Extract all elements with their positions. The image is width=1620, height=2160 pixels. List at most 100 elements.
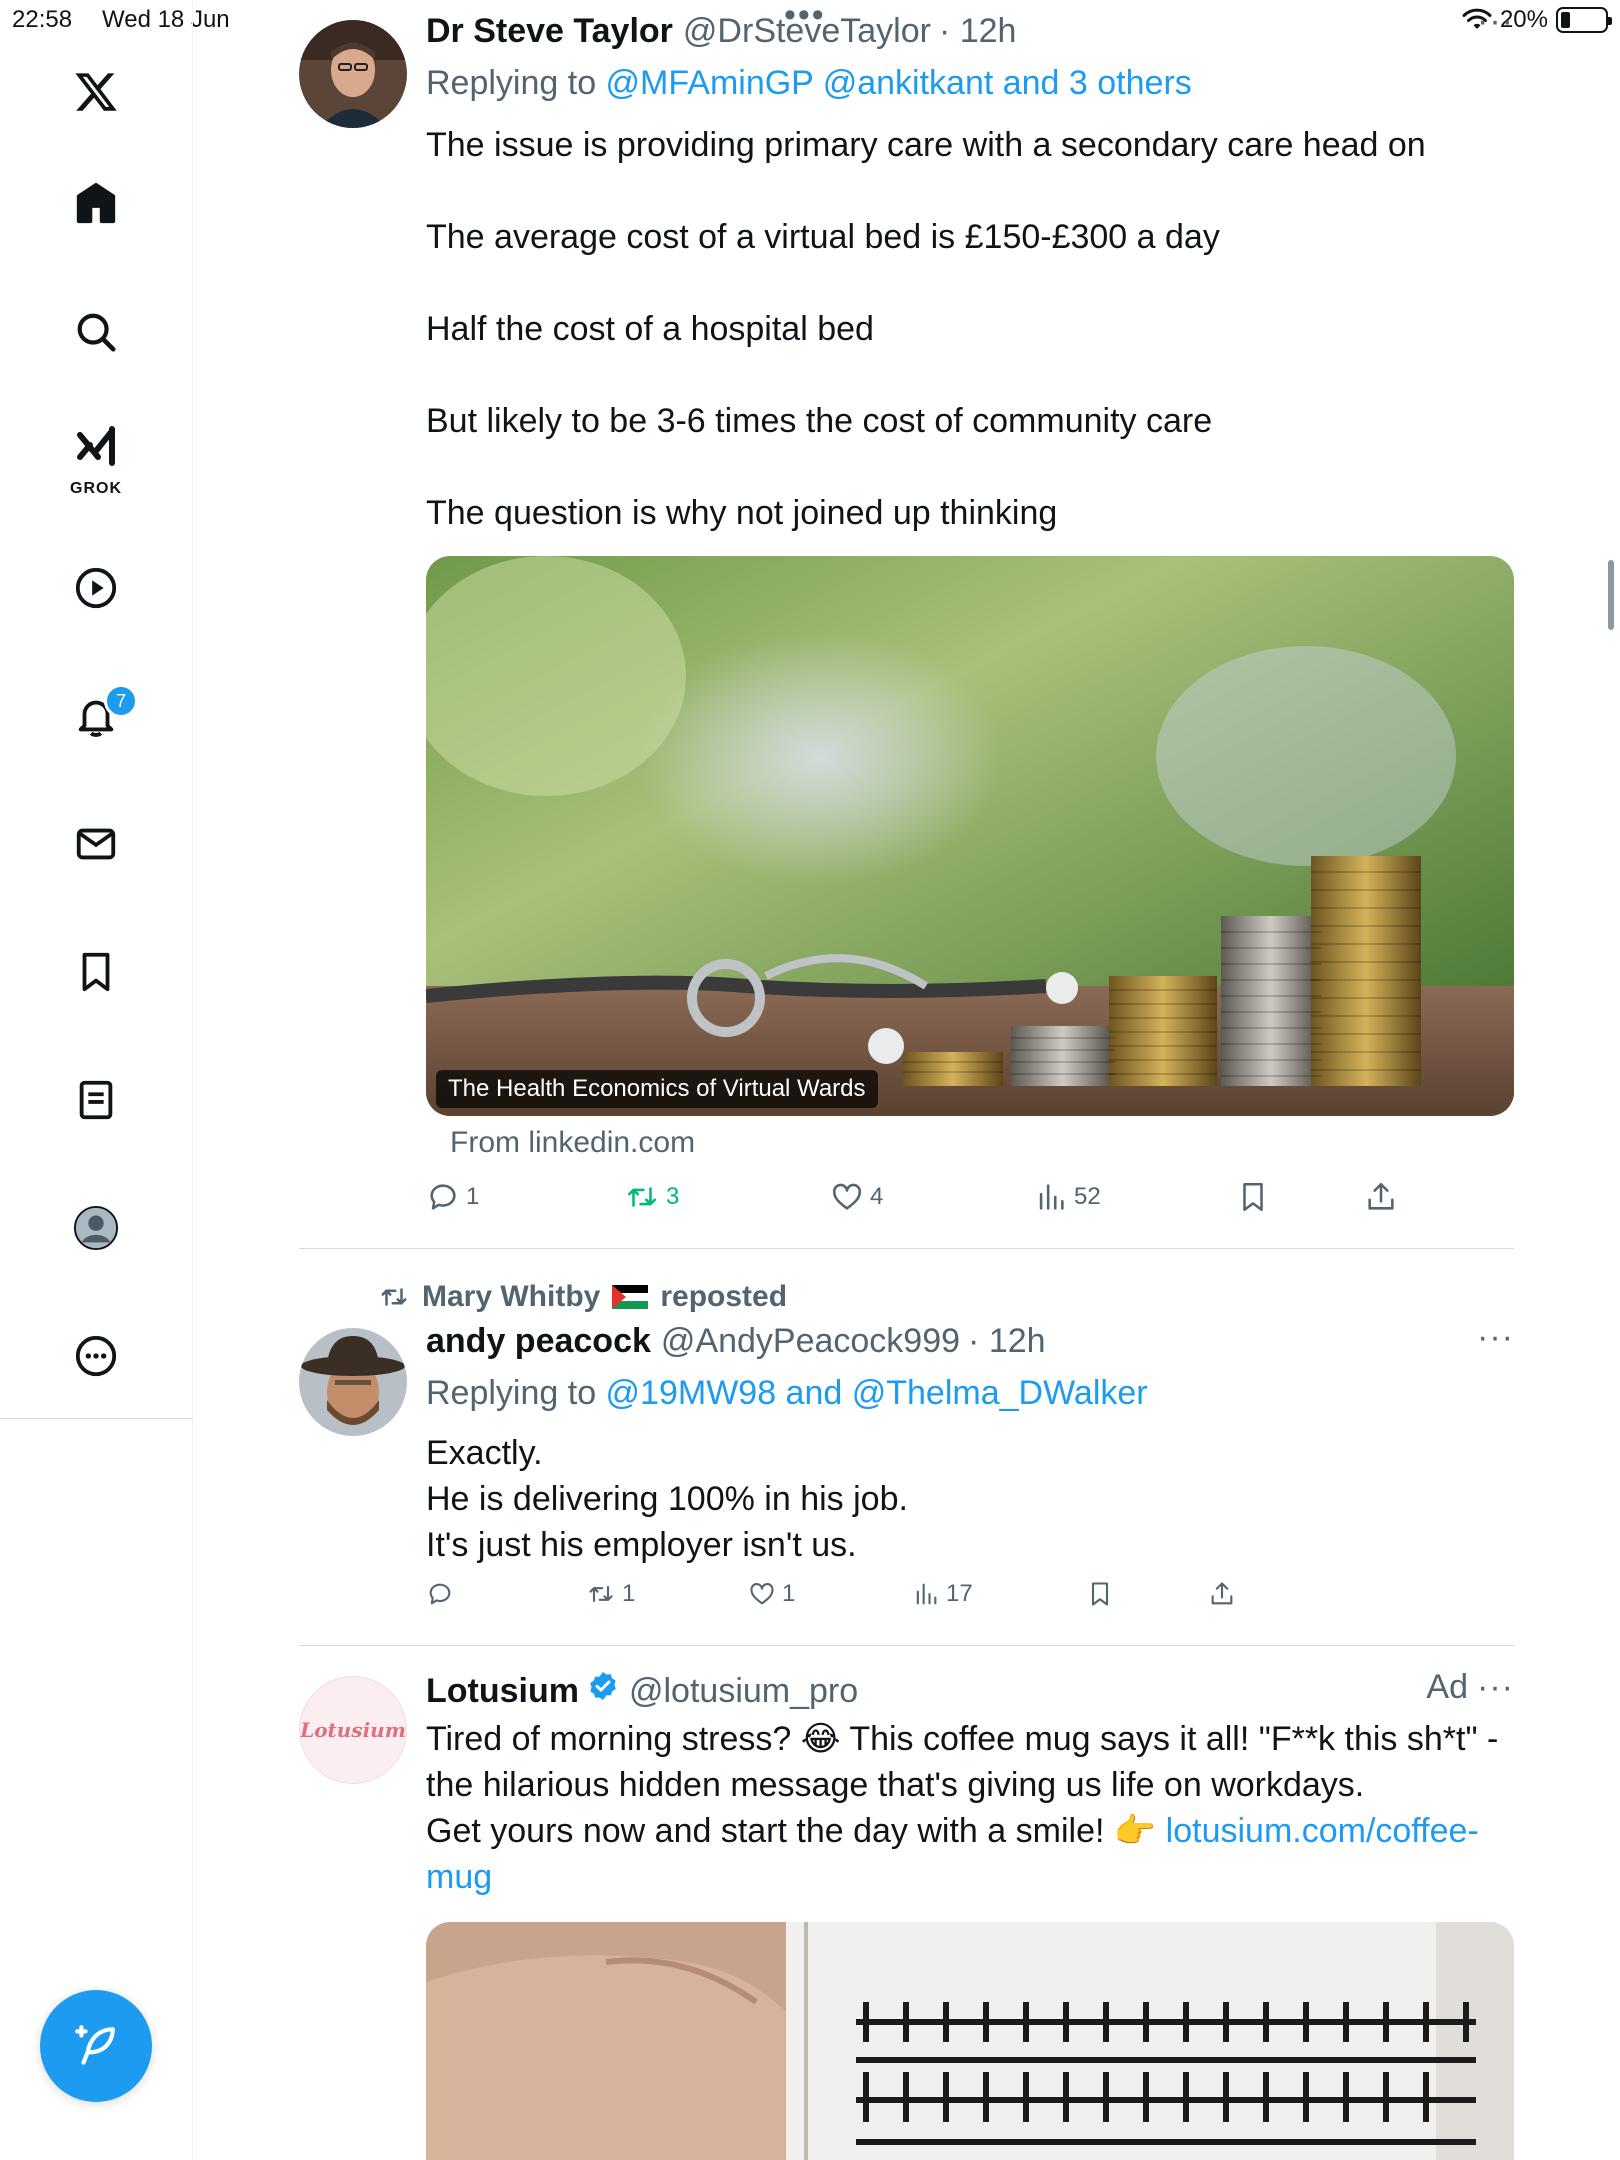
sidebar-item-profile[interactable] — [60, 1192, 132, 1264]
tweet-text: Tired of morning stress? 😂 This coffee m… — [426, 1716, 1516, 1900]
avatar[interactable]: Lotusium — [299, 1676, 407, 1784]
replying-prefix: Replying to — [426, 64, 606, 102]
tweet-text: Exactly. He is delivering 100% in his jo… — [426, 1434, 908, 1564]
tweet-actions: 1 3 4 52 — [426, 1180, 1436, 1224]
views-button[interactable]: 52 — [1034, 1180, 1101, 1214]
sidebar-divider — [0, 1418, 193, 1419]
bookmark-button[interactable] — [1236, 1180, 1270, 1214]
avatar[interactable] — [299, 1328, 407, 1436]
compose-button[interactable] — [40, 1990, 152, 2102]
heart-icon — [832, 1183, 862, 1210]
tweet-header: Lotusium @lotusium_pro — [426, 1670, 858, 1711]
repost-icon — [381, 1288, 407, 1306]
like-button[interactable]: 1 — [748, 1580, 795, 1608]
handle[interactable]: @DrSteveTaylor — [683, 12, 931, 51]
avatar[interactable] — [299, 20, 407, 128]
sidebar: GROK 7 — [0, 0, 193, 2160]
repost-icon — [589, 1585, 613, 1603]
like-button[interactable]: 4 — [830, 1180, 883, 1214]
share-button[interactable] — [1208, 1580, 1236, 1608]
share-button[interactable] — [1364, 1180, 1398, 1214]
tweet-time[interactable]: · 12h — [939, 12, 1017, 51]
coffee-mug-image — [426, 1922, 1514, 2160]
play-icon — [75, 567, 117, 609]
x-logo-icon — [75, 73, 117, 111]
sidebar-item-bookmarks[interactable] — [60, 936, 132, 1008]
card-source[interactable]: From linkedin.com — [450, 1126, 695, 1160]
avatar-photo — [299, 1328, 407, 1436]
handle[interactable]: @AndyPeacock999 — [661, 1322, 960, 1361]
like-count: 1 — [782, 1580, 796, 1607]
link-card-image[interactable]: The Health Economics of Virtual Wards — [426, 556, 1514, 1116]
reply-button[interactable] — [426, 1580, 460, 1608]
repost-count: 3 — [666, 1183, 680, 1210]
tweet-more-button[interactable]: ··· — [1477, 1668, 1514, 1707]
repost-icon — [627, 1187, 657, 1207]
views-count: 52 — [1074, 1183, 1101, 1210]
views-icon — [916, 1583, 937, 1605]
document-icon — [79, 1080, 113, 1120]
tweet-divider — [299, 1645, 1514, 1646]
search-icon — [77, 313, 116, 352]
grok-icon — [77, 426, 115, 466]
views-button[interactable]: 17 — [912, 1580, 973, 1608]
tweet-divider — [299, 1248, 1514, 1249]
display-name[interactable]: Dr Steve Taylor — [426, 12, 673, 51]
repost-suffix: reposted — [660, 1280, 788, 1313]
palestine-flag-icon — [612, 1285, 649, 1309]
battery-icon — [1556, 7, 1612, 33]
x-logo[interactable] — [60, 56, 132, 128]
bookmark-button[interactable] — [1086, 1580, 1114, 1608]
replying-mentions[interactable]: @19MW98 and @Thelma_DWalker — [606, 1374, 1148, 1412]
views-count: 17 — [946, 1580, 973, 1607]
reply-button[interactable]: 1 — [426, 1180, 479, 1214]
verified-badge-icon — [590, 1672, 616, 1700]
grok-label: GROK — [70, 480, 122, 497]
bookmark-icon — [1091, 1582, 1109, 1606]
tweet-time[interactable]: · 12h — [968, 1322, 1046, 1361]
replying-prefix: Replying to — [426, 1374, 606, 1412]
coins-stethoscope-image — [426, 556, 1514, 1116]
replying-to: Replying to @MFAminGP @ankitkant and 3 o… — [426, 64, 1192, 103]
views-icon — [1039, 1184, 1064, 1210]
repost-button[interactable]: 3 — [624, 1180, 679, 1214]
sidebar-item-articles[interactable] — [60, 1064, 132, 1136]
sidebar-item-more[interactable] — [60, 1320, 132, 1392]
like-count: 4 — [870, 1183, 884, 1210]
tweet-more-button[interactable]: ··· — [1477, 2, 1514, 41]
handle[interactable]: @lotusium_pro — [629, 1672, 858, 1711]
ad-video-media[interactable] — [426, 1922, 1514, 2160]
card-caption: The Health Economics of Virtual Wards — [436, 1070, 878, 1108]
repost-by[interactable]: Mary Whitby — [422, 1280, 600, 1314]
avatar-logo-text: Lotusium — [300, 1718, 406, 1742]
bookmark-icon — [82, 952, 110, 992]
share-icon — [1211, 1582, 1233, 1605]
scrollbar[interactable] — [1608, 560, 1614, 630]
compose-feather-icon — [75, 2025, 115, 2065]
replying-mentions[interactable]: @MFAminGP @ankitkant and 3 others — [606, 64, 1192, 102]
repost-button[interactable]: 1 — [586, 1580, 635, 1608]
sidebar-item-home[interactable] — [60, 168, 132, 240]
avatar-photo — [299, 20, 407, 128]
mail-icon — [76, 828, 116, 860]
display-name[interactable]: andy peacock — [426, 1322, 651, 1361]
sidebar-item-explore[interactable] — [60, 296, 132, 368]
sidebar-item-grok[interactable]: GROK — [60, 420, 132, 497]
more-circle-icon — [75, 1335, 117, 1377]
reply-count: 1 — [466, 1183, 480, 1210]
reply-icon — [429, 1583, 451, 1605]
reply-icon — [430, 1184, 456, 1210]
bookmark-icon — [1243, 1182, 1263, 1212]
tweet-header: Dr Steve Taylor @DrSteveTaylor · 12h — [426, 12, 1016, 51]
repost-context[interactable]: Mary Whitby reposted — [378, 1280, 787, 1314]
notification-badge: 7 — [104, 684, 138, 718]
share-icon — [1368, 1182, 1394, 1210]
sidebar-item-videos[interactable] — [60, 552, 132, 624]
display-name[interactable]: Lotusium — [426, 1672, 579, 1711]
tweet-more-button[interactable]: ··· — [1477, 1318, 1514, 1357]
sidebar-item-notifications[interactable]: 7 — [60, 680, 138, 752]
ad-label: Ad — [1426, 1668, 1468, 1706]
tweet-header: andy peacock @AndyPeacock999 · 12h — [426, 1322, 1046, 1361]
sidebar-item-messages[interactable] — [60, 808, 132, 880]
battery-level — [1561, 12, 1570, 28]
